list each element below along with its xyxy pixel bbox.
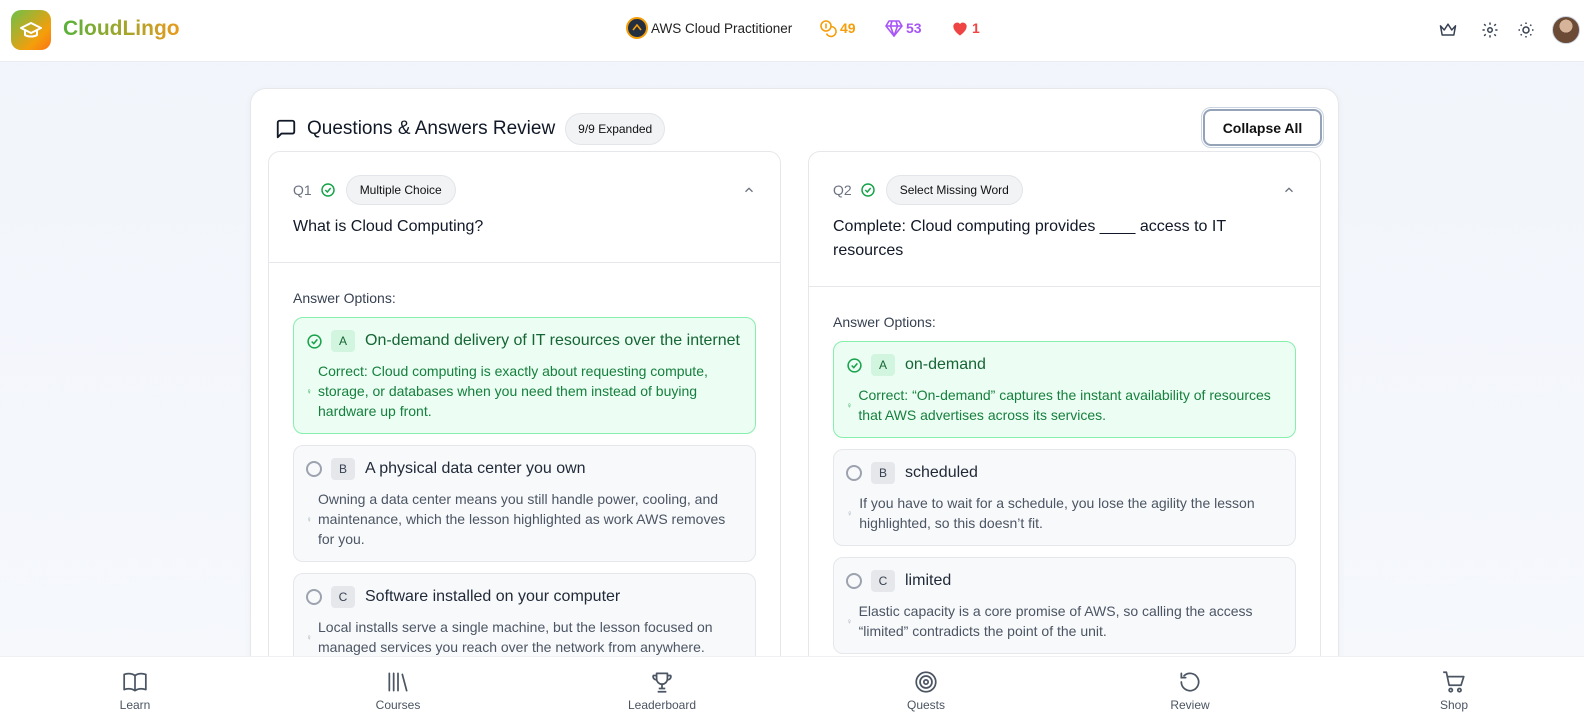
refresh-icon xyxy=(1180,672,1200,692)
crown-icon[interactable] xyxy=(1437,19,1459,41)
question-number: Q2 xyxy=(833,182,852,198)
lightbulb-icon: ♀ xyxy=(306,386,312,396)
app-logo[interactable] xyxy=(11,10,51,50)
expanded-badge: 9/9 Expanded xyxy=(565,113,666,145)
question-type-badge: Select Missing Word xyxy=(885,175,1023,205)
answer-option: B scheduled ♀ If you have to wait for a … xyxy=(833,449,1296,546)
option-letter: A xyxy=(871,354,895,376)
option-explanation: Correct: Cloud computing is exactly abou… xyxy=(318,363,708,419)
nav-label: Leaderboard xyxy=(627,698,697,712)
cart-icon xyxy=(1443,671,1465,693)
option-text: on-demand xyxy=(905,356,986,373)
option-explanation: Correct: “On-demand” captures the instan… xyxy=(858,387,1271,423)
answer-options-label: Answer Options: xyxy=(833,314,936,330)
coins-counter[interactable]: 49 xyxy=(818,18,856,38)
top-bar: CloudLingo AWS Cloud Practitioner 49 53 … xyxy=(0,0,1584,62)
bottom-nav: Learn Courses Leaderboard Quests Review … xyxy=(0,656,1584,719)
trophy-icon xyxy=(652,672,672,693)
course-name: AWS Cloud Practitioner xyxy=(651,20,793,36)
option-text: limited xyxy=(905,572,952,589)
check-circle-icon xyxy=(307,333,322,349)
radio-circle-icon xyxy=(306,461,322,477)
nav-label: Quests xyxy=(906,698,945,712)
chevron-up-icon[interactable] xyxy=(742,183,756,197)
radio-circle-icon xyxy=(846,465,862,481)
answer-option: B A physical data center you own ♀ Ownin… xyxy=(293,445,756,562)
target-icon xyxy=(915,671,937,693)
option-letter: A xyxy=(331,330,355,352)
check-circle-icon xyxy=(847,357,862,373)
question-header[interactable]: Q2 Select Missing Word Complete: Cloud c… xyxy=(809,152,1320,287)
collapse-all-button[interactable]: Collapse All xyxy=(1201,107,1324,148)
aws-course-icon xyxy=(626,17,648,39)
message-square-icon xyxy=(276,119,296,139)
question-number: Q1 xyxy=(293,182,312,198)
option-text: A physical data center you own xyxy=(365,460,586,477)
gems-counter[interactable]: 53 xyxy=(884,18,922,38)
option-letter: C xyxy=(871,570,895,592)
nav-shop[interactable]: Shop xyxy=(1409,669,1499,712)
review-header: Questions & Answers Review 9/9 Expanded xyxy=(275,113,666,145)
course-selector[interactable]: AWS Cloud Practitioner xyxy=(626,17,792,39)
coins-count: 49 xyxy=(840,20,856,36)
review-panel: Questions & Answers Review 9/9 Expanded … xyxy=(250,88,1339,719)
hearts-count: 1 xyxy=(972,20,980,36)
lightbulb-icon: ♀ xyxy=(846,400,853,410)
check-circle-icon xyxy=(860,183,875,197)
user-avatar[interactable] xyxy=(1552,16,1580,44)
graduation-cap-icon xyxy=(20,22,42,38)
lightbulb-icon: ♀ xyxy=(846,508,853,518)
lightbulb-icon: ♀ xyxy=(846,616,853,626)
chevron-up-icon[interactable] xyxy=(1282,183,1296,197)
gem-icon xyxy=(885,20,903,37)
option-explanation: If you have to wait for a schedule, you … xyxy=(859,495,1255,531)
answer-options-label: Answer Options: xyxy=(293,290,396,306)
sun-icon[interactable] xyxy=(1515,19,1537,41)
question-text: Complete: Cloud computing provides ____ … xyxy=(833,218,1226,259)
hearts-counter[interactable]: 1 xyxy=(950,18,980,38)
option-text: scheduled xyxy=(905,464,978,481)
book-icon xyxy=(123,672,147,692)
heart-icon xyxy=(953,22,967,36)
option-letter: C xyxy=(331,586,355,608)
app-name[interactable]: CloudLingo xyxy=(63,17,180,41)
nav-courses[interactable]: Courses xyxy=(353,669,443,712)
question-card: Q2 Select Missing Word Complete: Cloud c… xyxy=(808,151,1321,719)
library-icon xyxy=(388,672,408,692)
option-text: On-demand delivery of IT resources over … xyxy=(365,332,740,349)
radio-circle-icon xyxy=(306,589,322,605)
nav-leaderboard[interactable]: Leaderboard xyxy=(617,669,707,712)
option-text: Software installed on your computer xyxy=(365,588,621,605)
option-explanation: Elastic capacity is a core promise of AW… xyxy=(858,603,1253,639)
answer-option: C limited ♀ Elastic capacity is a core p… xyxy=(833,557,1296,654)
lightbulb-icon: ♀ xyxy=(306,514,312,524)
answer-option: A On-demand delivery of IT resources ove… xyxy=(293,317,756,434)
gear-icon[interactable] xyxy=(1479,19,1501,41)
nav-learn[interactable]: Learn xyxy=(90,669,180,712)
coins-icon xyxy=(820,20,837,38)
question-card: Q1 Multiple Choice What is Cloud Computi… xyxy=(268,151,781,719)
nav-label: Shop xyxy=(1439,698,1469,712)
question-type-badge: Multiple Choice xyxy=(345,175,456,205)
nav-quests[interactable]: Quests xyxy=(881,669,971,712)
check-circle-icon xyxy=(320,183,335,197)
lightbulb-icon: ♀ xyxy=(306,632,312,642)
question-header[interactable]: Q1 Multiple Choice What is Cloud Computi… xyxy=(269,152,780,263)
nav-label: Courses xyxy=(375,698,421,712)
nav-label: Review xyxy=(1170,698,1210,712)
option-letter: B xyxy=(871,462,895,484)
review-title: Questions & Answers Review xyxy=(307,118,556,139)
radio-circle-icon xyxy=(846,573,862,589)
gems-count: 53 xyxy=(906,20,922,36)
option-explanation: Local installs serve a single machine, b… xyxy=(318,619,713,655)
nav-review[interactable]: Review xyxy=(1145,669,1235,712)
option-letter: B xyxy=(331,458,355,480)
question-text: What is Cloud Computing? xyxy=(293,218,484,235)
nav-label: Learn xyxy=(119,698,151,712)
option-explanation: Owning a data center means you still han… xyxy=(318,491,726,547)
answer-option: A on-demand ♀ Correct: “On-demand” captu… xyxy=(833,341,1296,438)
